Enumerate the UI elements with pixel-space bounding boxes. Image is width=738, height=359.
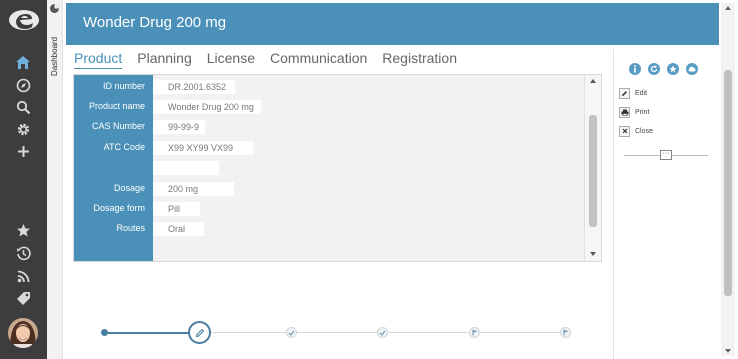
dosage-field[interactable]: 200 mg <box>153 182 234 196</box>
quick-actions <box>629 63 698 75</box>
dosage-label: Dosage <box>113 183 145 193</box>
info-icon[interactable] <box>629 63 641 75</box>
stepper-progress-line <box>105 332 195 334</box>
product-name-label: Product name <box>88 101 145 111</box>
tab-product[interactable]: Product <box>74 49 123 69</box>
app-window: Dashboard Wonder Drug 200 mg Product Pla… <box>0 0 738 359</box>
scroll-up-arrow-icon[interactable] <box>590 79 596 83</box>
tab-communication[interactable]: Communication <box>270 49 367 69</box>
user-avatar[interactable] <box>8 318 38 348</box>
scroll-down-arrow-icon[interactable] <box>590 252 596 256</box>
edit-label: Edit <box>635 89 648 97</box>
form-scrollbar[interactable] <box>584 75 601 261</box>
tab-license[interactable]: License <box>207 49 255 69</box>
check-icon <box>379 330 386 336</box>
brand-logo-icon[interactable] <box>8 8 40 32</box>
cas-number-field[interactable]: 99-99-9 <box>153 120 205 134</box>
tab-planning[interactable]: Planning <box>137 49 192 69</box>
page-scroll-thumb[interactable] <box>724 70 732 296</box>
flag-icon <box>472 329 477 336</box>
workflow-stepper <box>100 318 580 346</box>
page-scroll-up-icon[interactable] <box>725 6 731 10</box>
form-label-column: ID number Product name CAS Number ATC Co… <box>74 75 153 261</box>
routes-field[interactable]: Oral <box>153 222 204 236</box>
stepper-remaining-line <box>210 332 570 333</box>
print-action[interactable]: Print <box>619 106 649 118</box>
edit-action[interactable]: Edit <box>619 87 647 99</box>
main-sidebar <box>0 0 47 359</box>
rss-icon[interactable] <box>13 266 33 286</box>
gear-icon[interactable] <box>13 119 33 139</box>
print-label: Print <box>635 108 650 116</box>
cas-number-label: CAS Number <box>91 121 145 131</box>
form-scroll-thumb[interactable] <box>589 115 597 227</box>
record-tabs: Product Planning License Communication R… <box>74 49 472 69</box>
pencil-icon <box>619 87 630 99</box>
plus-icon[interactable] <box>13 141 33 161</box>
empty-field[interactable] <box>153 161 219 175</box>
step-start-dot[interactable] <box>101 329 108 336</box>
record-header: Wonder Drug 200 mg <box>66 3 719 45</box>
close-icon <box>619 125 630 137</box>
compass-icon[interactable] <box>13 75 33 95</box>
step-flag-1[interactable] <box>469 327 480 338</box>
actions-divider <box>613 49 614 359</box>
cloud-icon[interactable] <box>686 63 698 75</box>
home-icon[interactable] <box>13 52 33 72</box>
product-name-field[interactable]: Wonder Drug 200 mg <box>153 100 261 114</box>
close-action[interactable]: Close <box>619 125 653 137</box>
refresh-icon[interactable] <box>648 63 660 75</box>
close-label: Close <box>635 127 653 135</box>
active-item-pointer <box>40 57 47 69</box>
atc-code-field[interactable]: X99 XY99 VX99 <box>153 141 253 155</box>
routes-label: Routes <box>116 223 145 233</box>
page-title: Wonder Drug 200 mg <box>83 14 227 31</box>
step-check-1[interactable] <box>286 327 297 338</box>
print-icon <box>619 106 630 118</box>
pencil-icon <box>195 328 204 337</box>
dosage-form-label: Dosage form <box>93 203 145 213</box>
id-number-field[interactable]: DR.2001.6352 <box>153 80 235 94</box>
page-scrollbar[interactable] <box>721 3 735 356</box>
dashboard-strip[interactable]: Dashboard <box>47 0 63 359</box>
search-icon[interactable] <box>13 97 33 117</box>
panel-resize-handle[interactable]: ··· <box>660 150 672 160</box>
star-icon[interactable] <box>667 63 679 75</box>
product-form: ID number Product name CAS Number ATC Co… <box>73 74 602 262</box>
step-current[interactable] <box>188 321 211 344</box>
tags-icon[interactable] <box>13 288 33 308</box>
id-number-label: ID number <box>102 81 145 91</box>
dosage-form-field[interactable]: Pill <box>153 202 200 216</box>
check-icon <box>288 330 295 336</box>
step-check-2[interactable] <box>377 327 388 338</box>
dashboard-label[interactable]: Dashboard <box>48 37 62 76</box>
flag-icon <box>563 329 568 336</box>
tab-registration[interactable]: Registration <box>382 49 457 69</box>
step-flag-2[interactable] <box>560 327 571 338</box>
page-scroll-down-icon[interactable] <box>725 349 731 353</box>
star-icon[interactable] <box>13 220 33 240</box>
atc-code-label: ATC Code <box>103 142 145 152</box>
history-icon[interactable] <box>13 243 33 263</box>
pie-chart-icon[interactable] <box>49 3 60 14</box>
